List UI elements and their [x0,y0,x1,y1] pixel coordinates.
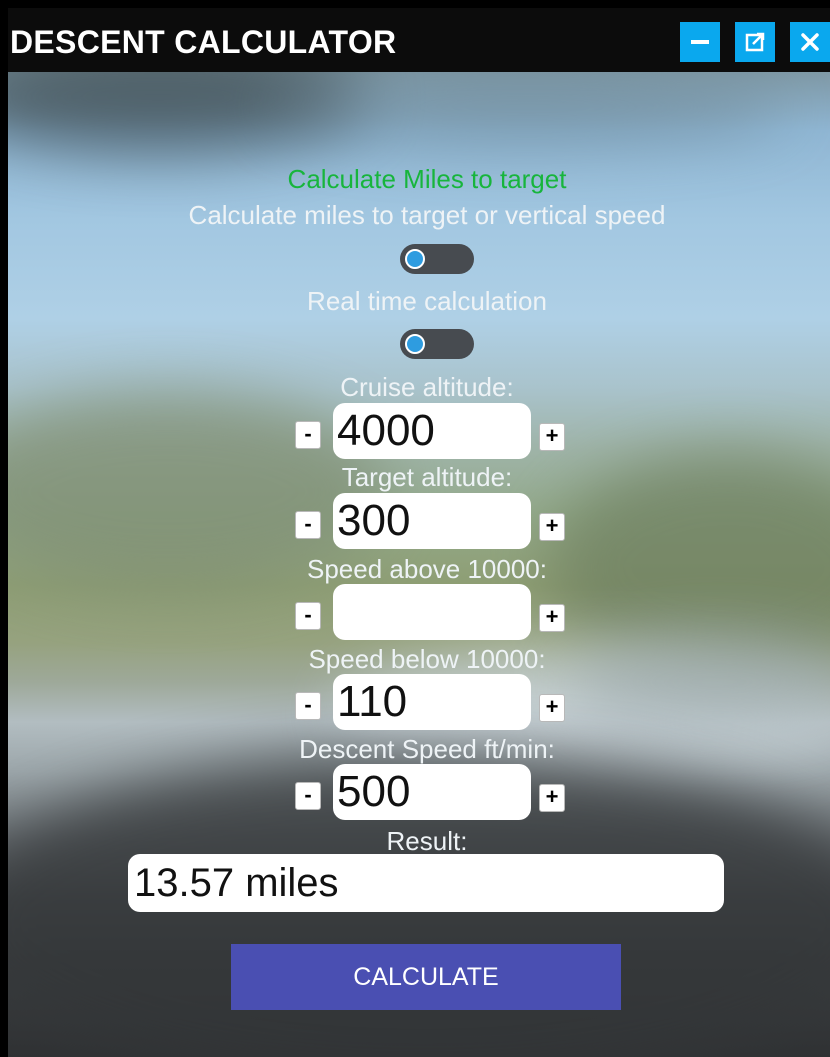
cruise-altitude-increment-button[interactable]: + [539,423,565,451]
descent-speed-input[interactable] [333,764,531,820]
speed-below-input[interactable] [333,674,531,730]
mode-toggle[interactable] [400,244,474,274]
mode-heading: Calculate Miles to target [287,164,567,194]
descent-speed-decrement-button[interactable]: - [295,782,321,810]
descent-speed-label: Descent Speed ft/min: [299,734,555,764]
background-blur [268,72,788,142]
result-label: Result: [386,826,468,856]
close-button[interactable] [790,22,830,62]
target-altitude-increment-button[interactable]: + [539,513,565,541]
speed-above-input[interactable] [333,584,531,640]
cruise-altitude-label: Cruise altitude: [340,372,514,402]
minimize-icon [691,40,709,44]
speed-above-increment-button[interactable]: + [539,604,565,632]
descent-calculator-window: DESCENT CALCULATOR Calculate Miles to ta… [0,0,830,1057]
cruise-altitude-decrement-button[interactable]: - [295,421,321,449]
window-title: DESCENT CALCULATOR [10,24,397,60]
speed-below-label: Speed below 10000: [308,644,546,674]
title-bar[interactable]: DESCENT CALCULATOR [8,8,830,72]
target-altitude-input[interactable] [333,493,531,549]
mode-description: Calculate miles to target or vertical sp… [188,200,666,230]
speed-below-decrement-button[interactable]: - [295,692,321,720]
descent-speed-increment-button[interactable]: + [539,784,565,812]
toggle-knob [405,334,425,354]
target-altitude-label: Target altitude: [341,462,513,492]
realtime-toggle[interactable] [400,329,474,359]
result-field: 13.57 miles [128,854,724,912]
speed-above-label: Speed above 10000: [307,554,547,584]
target-altitude-decrement-button[interactable]: - [295,511,321,539]
minimize-button[interactable] [680,22,720,62]
close-icon [801,33,819,51]
speed-above-decrement-button[interactable]: - [295,602,321,630]
calculate-button[interactable]: CALCULATE [231,944,621,1010]
realtime-label: Real time calculation [307,286,547,316]
toggle-knob [405,249,425,269]
cruise-altitude-input[interactable] [333,403,531,459]
popout-button[interactable] [735,22,775,62]
speed-below-increment-button[interactable]: + [539,694,565,722]
popout-icon [745,32,765,52]
